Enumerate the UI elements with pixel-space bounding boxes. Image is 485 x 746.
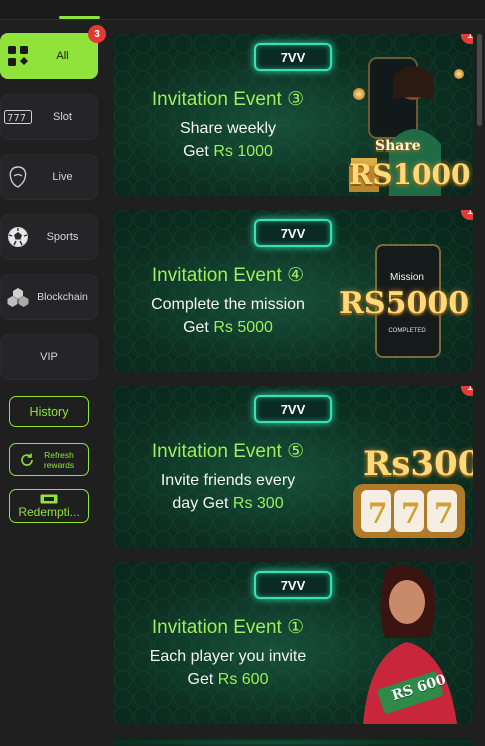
slot-machine-illustration: 7 7 7 <box>349 476 469 542</box>
banner-line2: Get Rs 1000 <box>183 143 273 160</box>
banner-title: Invitation Event ③ <box>151 89 305 110</box>
banner-amount: RS1000 <box>349 158 471 191</box>
scrollbar[interactable] <box>477 34 482 126</box>
banner-line1: Invite friends every <box>160 472 296 489</box>
soccer-ball-icon <box>3 222 33 252</box>
completed-label: COMPLETED <box>388 328 426 334</box>
banner-amount: Rs300 <box>363 444 473 484</box>
category-blockchain[interactable]: Blockchain <box>0 274 98 320</box>
grid-icon <box>3 41 33 71</box>
ticket-icon <box>40 494 58 505</box>
live-dealer-icon <box>3 162 33 192</box>
category-label: Slot <box>53 111 72 123</box>
notification-badge: 3 <box>88 25 106 43</box>
banner-line2: Get Rs 5000 <box>183 319 273 336</box>
promo-banner-share[interactable]: 7VV Invitation Event ③ Share weekly Get … <box>113 34 473 196</box>
mission-label: Mission <box>390 272 424 283</box>
svg-text:7: 7 <box>434 497 453 530</box>
category-vip[interactable]: VIP <box>0 334 98 380</box>
svg-text:7: 7 <box>401 497 420 530</box>
tab-indicator <box>59 16 100 19</box>
brand-logo: 7VV <box>254 43 332 71</box>
category-label: VIP <box>40 351 58 363</box>
redemption-label: Redempti... <box>18 504 80 519</box>
blockchain-icon <box>3 282 33 312</box>
banner-line1: Complete the mission <box>151 296 305 313</box>
banner-title: Invitation Event ④ <box>151 265 305 286</box>
banner-amount: RS5000 <box>339 286 470 321</box>
category-label: All <box>56 50 69 62</box>
banner-line2: day Get Rs 300 <box>172 495 284 512</box>
slot-777-icon: 777 <box>3 102 33 132</box>
brand-logo: 7VV <box>254 219 332 247</box>
category-all[interactable]: All 3 <box>0 25 106 79</box>
refresh-label: Refresh rewards <box>43 449 75 470</box>
promo-banner-partial[interactable] <box>113 738 473 746</box>
promo-banner-invite[interactable]: 7VV Invitation Event ① Each player you i… <box>113 562 473 724</box>
brand-logo: 7VV <box>254 571 332 599</box>
banner-title: Invitation Event ① <box>151 617 305 638</box>
category-sports[interactable]: Sports <box>0 214 98 260</box>
svg-text:7: 7 <box>368 497 387 530</box>
history-button[interactable]: History <box>9 396 89 427</box>
category-slot[interactable]: 777 Slot <box>0 94 98 140</box>
category-label: Blockchain <box>37 291 88 303</box>
brand-logo: 7VV <box>254 395 332 423</box>
history-label: History <box>29 404 69 419</box>
category-label: Sports <box>46 231 79 243</box>
banner-title: Invitation Event ⑤ <box>151 441 305 462</box>
refresh-rewards-button[interactable]: Refresh rewards <box>9 443 89 476</box>
svg-text:777: 777 <box>7 113 26 124</box>
banner-line1: Each player you invite <box>149 648 307 665</box>
banner-line1: Share weekly <box>179 120 277 137</box>
promo-banner-daily[interactable]: 7VV Invitation Event ⑤ Invite friends ev… <box>113 386 473 548</box>
promo-banner-mission[interactable]: 7VV Invitation Event ④ Complete the miss… <box>113 210 473 372</box>
share-tag: Share <box>375 138 421 154</box>
category-live[interactable]: Live <box>0 154 98 200</box>
refresh-icon <box>19 452 35 468</box>
banner-line2: Get Rs 600 <box>187 671 269 688</box>
category-label: Live <box>52 171 73 183</box>
redemption-button[interactable]: Redempti... <box>9 489 89 523</box>
